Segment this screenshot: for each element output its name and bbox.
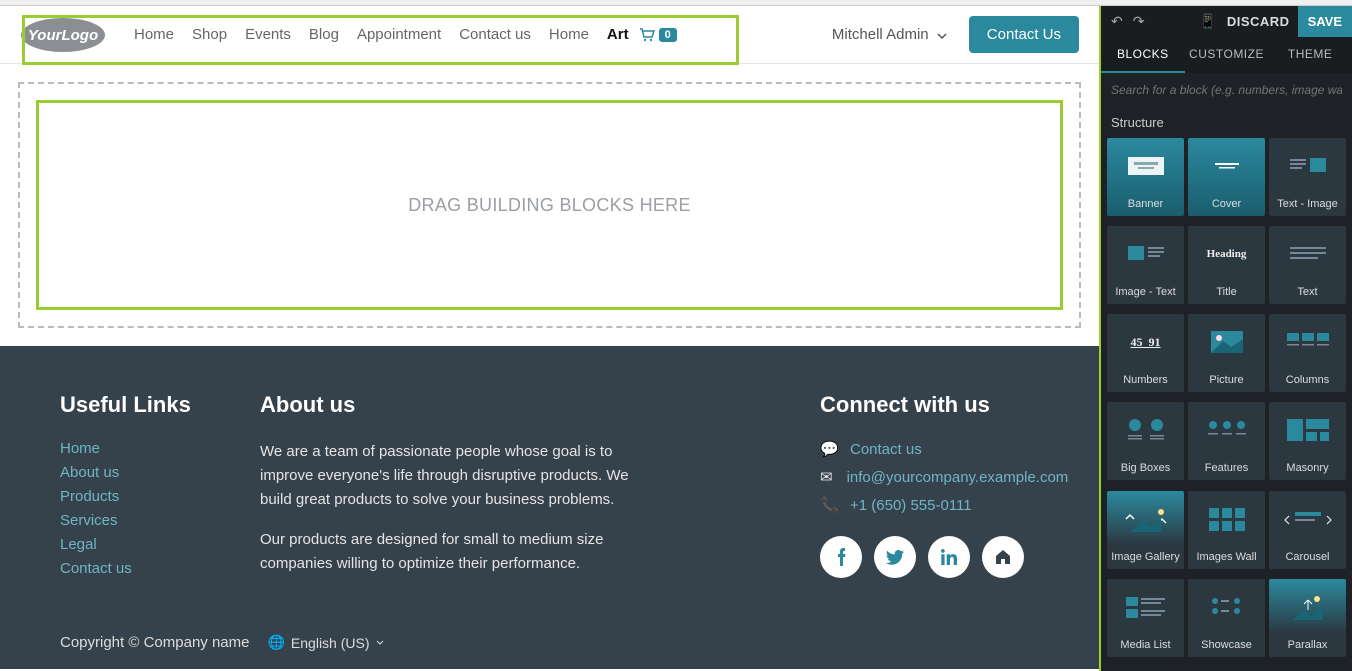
block-media-list[interactable]: Media List bbox=[1107, 579, 1184, 657]
block-title[interactable]: HeadingTitle bbox=[1188, 226, 1265, 304]
nav-appointment[interactable]: Appointment bbox=[357, 26, 441, 43]
nav-home[interactable]: Home bbox=[134, 26, 174, 43]
mail-icon: ✉ bbox=[820, 468, 833, 486]
block-images-wall[interactable]: Images Wall bbox=[1188, 491, 1265, 569]
logo[interactable]: YourLogo bbox=[20, 16, 106, 54]
canvas-dropzone[interactable]: DRAG BUILDING BLOCKS HERE bbox=[18, 82, 1081, 328]
tab-theme[interactable]: THEME bbox=[1268, 37, 1352, 73]
block-big-boxes[interactable]: Big Boxes bbox=[1107, 402, 1184, 480]
connect-title: Connect with us bbox=[820, 392, 1039, 418]
user-menu[interactable]: Mitchell Admin bbox=[832, 26, 947, 43]
connect-email-link[interactable]: info@yourcompany.example.com bbox=[847, 469, 1069, 486]
block-cover[interactable]: Cover bbox=[1188, 138, 1265, 216]
about-title: About us bbox=[260, 392, 660, 418]
footer-link-services[interactable]: Services bbox=[60, 512, 118, 529]
nav-blog[interactable]: Blog bbox=[309, 26, 339, 43]
block-features[interactable]: Features bbox=[1188, 402, 1265, 480]
block-showcase[interactable]: Showcase bbox=[1188, 579, 1265, 657]
chat-icon: 💬 bbox=[820, 440, 836, 458]
canvas-placeholder: DRAG BUILDING BLOCKS HERE bbox=[408, 195, 691, 216]
nav-home2[interactable]: Home bbox=[549, 26, 589, 43]
block-text[interactable]: Text bbox=[1269, 226, 1346, 304]
section-structure: Structure bbox=[1101, 107, 1352, 138]
contact-us-button[interactable]: Contact Us bbox=[969, 16, 1079, 53]
phone-icon: 📞 bbox=[820, 496, 836, 514]
tab-blocks[interactable]: BLOCKS bbox=[1101, 37, 1185, 73]
nav-shop[interactable]: Shop bbox=[192, 26, 227, 43]
block-search-input[interactable] bbox=[1111, 83, 1342, 97]
social-twitter[interactable] bbox=[874, 536, 916, 578]
tab-customize[interactable]: CUSTOMIZE bbox=[1185, 37, 1269, 73]
footer-link-home[interactable]: Home bbox=[60, 440, 100, 457]
connect-contact-link[interactable]: Contact us bbox=[850, 441, 922, 458]
language-selector[interactable]: 🌐 English (US) bbox=[267, 634, 383, 651]
save-button[interactable]: SAVE bbox=[1298, 6, 1352, 37]
connect-phone-link[interactable]: +1 (650) 555-0111 bbox=[850, 497, 972, 514]
about-p1: We are a team of passionate people whose… bbox=[260, 440, 660, 512]
footer-link-products[interactable]: Products bbox=[60, 488, 119, 505]
block-parallax[interactable]: Parallax bbox=[1269, 579, 1346, 657]
block-image-text[interactable]: Image - Text bbox=[1107, 226, 1184, 304]
cart[interactable]: 0 bbox=[639, 28, 677, 42]
discard-button[interactable]: DISCARD bbox=[1227, 14, 1290, 29]
social-home[interactable] bbox=[982, 536, 1024, 578]
chevron-down-icon bbox=[937, 33, 947, 39]
social-linkedin[interactable] bbox=[928, 536, 970, 578]
block-banner[interactable]: Banner bbox=[1107, 138, 1184, 216]
block-masonry[interactable]: Masonry bbox=[1269, 402, 1346, 480]
about-p2: Our products are designed for small to m… bbox=[260, 528, 660, 576]
chevron-down-icon bbox=[376, 640, 384, 645]
block-picture[interactable]: Picture bbox=[1188, 314, 1265, 392]
nav-contact[interactable]: Contact us bbox=[459, 26, 531, 43]
footer-link-about[interactable]: About us bbox=[60, 464, 119, 481]
footer: Useful Links Home About us Products Serv… bbox=[0, 346, 1099, 669]
editor-panel: ↶ ↷ 📱 DISCARD SAVE BLOCKS CUSTOMIZE THEM… bbox=[1099, 6, 1352, 671]
nav-links: Home Shop Events Blog Appointment Contac… bbox=[134, 26, 629, 43]
blocks-grid: Banner Cover Text - Image Image - Text H… bbox=[1101, 138, 1352, 671]
block-carousel[interactable]: Carousel bbox=[1269, 491, 1346, 569]
nav-events[interactable]: Events bbox=[245, 26, 291, 43]
useful-links-title: Useful Links bbox=[60, 392, 200, 418]
mobile-icon[interactable]: 📱 bbox=[1199, 13, 1216, 30]
nav-art[interactable]: Art bbox=[607, 26, 629, 43]
copyright: Copyright © Company name bbox=[60, 634, 249, 651]
cart-count: 0 bbox=[659, 28, 677, 42]
block-text-image[interactable]: Text - Image bbox=[1269, 138, 1346, 216]
block-image-gallery[interactable]: Image Gallery bbox=[1107, 491, 1184, 569]
canvas-inner: DRAG BUILDING BLOCKS HERE bbox=[36, 100, 1063, 310]
redo-icon[interactable]: ↷ bbox=[1133, 13, 1145, 30]
undo-icon[interactable]: ↶ bbox=[1111, 13, 1123, 30]
footer-link-legal[interactable]: Legal bbox=[60, 536, 97, 553]
social-facebook[interactable] bbox=[820, 536, 862, 578]
block-numbers[interactable]: 45 91Numbers bbox=[1107, 314, 1184, 392]
block-columns[interactable]: Columns bbox=[1269, 314, 1346, 392]
footer-link-contact[interactable]: Contact us bbox=[60, 560, 132, 577]
svg-text:YourLogo: YourLogo bbox=[28, 27, 98, 44]
top-nav: YourLogo Home Shop Events Blog Appointme… bbox=[0, 6, 1099, 64]
